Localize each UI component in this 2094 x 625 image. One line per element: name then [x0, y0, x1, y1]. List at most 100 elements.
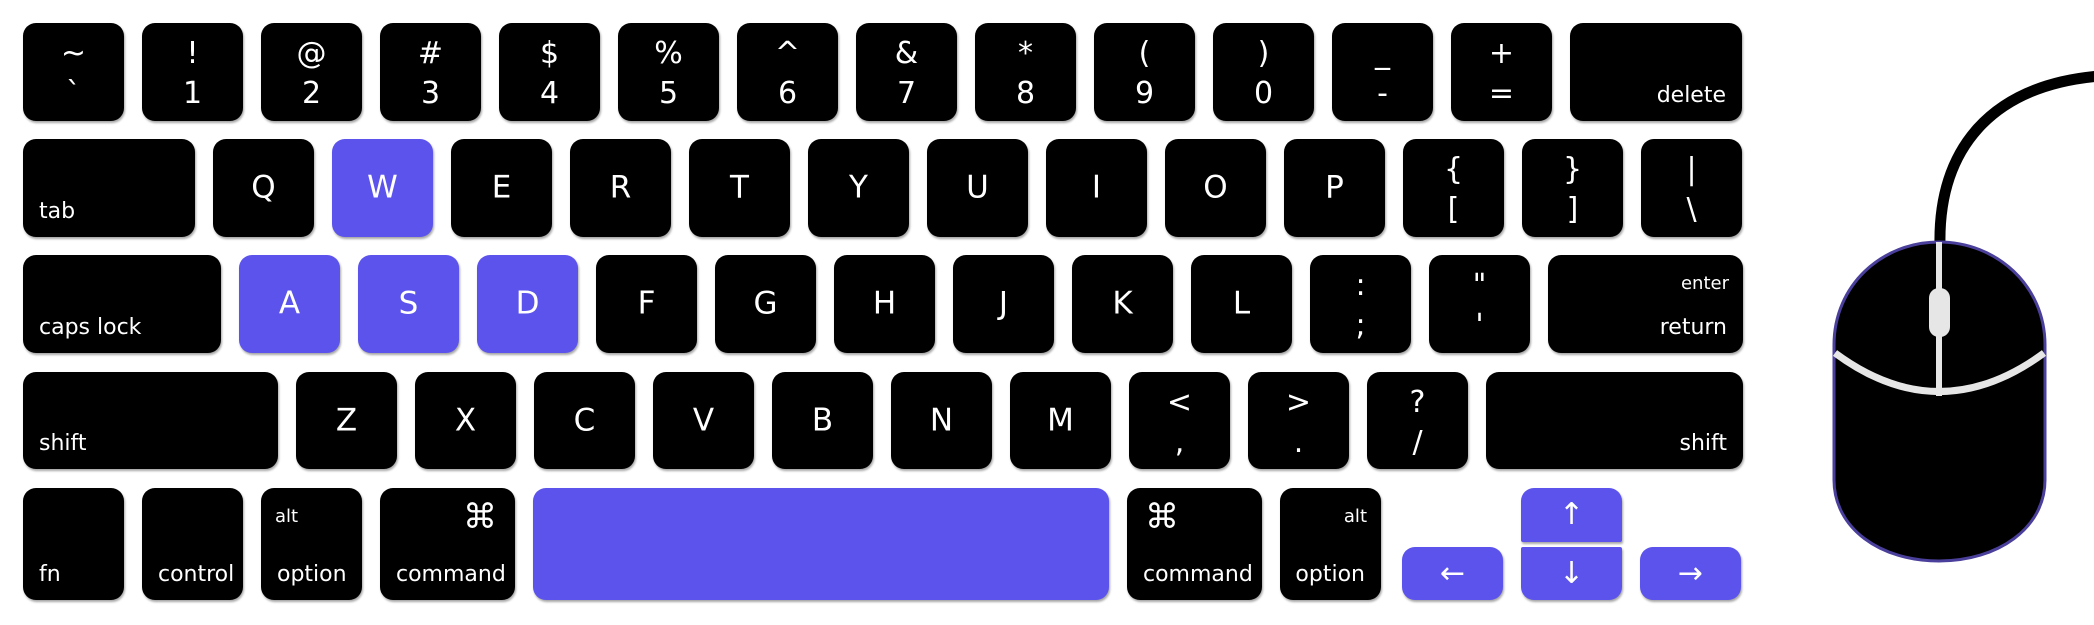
key-space[interactable] — [533, 488, 1109, 600]
key-1[interactable]: ! 1 — [142, 23, 243, 121]
key-o[interactable]: O — [1165, 139, 1266, 237]
key-legend-base: ; — [1355, 308, 1366, 343]
scroll-wheel-icon[interactable] — [1929, 288, 1950, 337]
key-lcommand[interactable]: command ⌘ — [380, 488, 515, 600]
key-v[interactable]: V — [653, 372, 754, 469]
key-a[interactable]: A — [239, 255, 340, 353]
key-q[interactable]: Q — [213, 139, 314, 237]
key-w[interactable]: W — [332, 139, 433, 237]
key-roption[interactable]: option alt — [1280, 488, 1381, 600]
key-0[interactable]: ) 0 — [1213, 23, 1314, 121]
key-5[interactable]: % 5 — [618, 23, 719, 121]
key-capslock[interactable]: caps lock — [23, 255, 221, 353]
key-up[interactable]: ↑ — [1521, 488, 1622, 542]
key-f[interactable]: F — [596, 255, 697, 353]
key-return[interactable]: return enter — [1548, 255, 1743, 353]
key-6[interactable]: ^ 6 — [737, 23, 838, 121]
key-legend-shift: ) — [1257, 36, 1270, 71]
key-x[interactable]: X — [415, 372, 516, 469]
key-e[interactable]: E — [451, 139, 552, 237]
key-legend-base: / — [1412, 425, 1423, 460]
key-n[interactable]: N — [891, 372, 992, 469]
key-label: caps lock — [39, 315, 142, 340]
key-legend-base: ] — [1566, 192, 1579, 227]
key-legend: E — [491, 169, 512, 206]
key-legend: F — [637, 285, 656, 322]
key-legend: K — [1112, 285, 1133, 322]
key-g[interactable]: G — [715, 255, 816, 353]
key-label: option — [1295, 562, 1365, 587]
key-s[interactable]: S — [358, 255, 459, 353]
key-k[interactable]: K — [1072, 255, 1173, 353]
key-legend-shift: : — [1355, 268, 1366, 303]
key-legend-shift: } — [1562, 152, 1583, 187]
arrow-up-icon: ↑ — [1558, 497, 1585, 532]
key-legend-shift: ( — [1138, 36, 1151, 71]
key-8[interactable]: * 8 — [975, 23, 1076, 121]
key-loption[interactable]: option alt — [261, 488, 362, 600]
key-h[interactable]: H — [834, 255, 935, 353]
key-7[interactable]: & 7 — [856, 23, 957, 121]
key-label: fn — [39, 562, 61, 587]
key-c[interactable]: C — [534, 372, 635, 469]
key-semicolon[interactable]: :; — [1310, 255, 1411, 353]
key-lshift[interactable]: shift — [23, 372, 278, 469]
key-minus[interactable]: _ - — [1332, 23, 1433, 121]
key-legend-shift: _ — [1375, 36, 1390, 71]
key-legend-base: 3 — [420, 76, 441, 111]
key-m[interactable]: M — [1010, 372, 1111, 469]
key-r[interactable]: R — [570, 139, 671, 237]
key-backtick[interactable]: ~ ` — [23, 23, 124, 121]
key-9[interactable]: (9 — [1094, 23, 1195, 121]
key-lcontrol[interactable]: control — [142, 488, 243, 600]
key-legend-base: 2 — [301, 76, 322, 111]
key-d[interactable]: D — [477, 255, 578, 353]
key-b[interactable]: B — [772, 372, 873, 469]
key-legend: N — [929, 402, 954, 438]
key-label: option — [277, 562, 347, 587]
key-equals[interactable]: + = — [1451, 23, 1552, 121]
key-tab[interactable]: tab — [23, 139, 195, 237]
key-period[interactable]: >. — [1248, 372, 1349, 469]
key-comma[interactable]: <, — [1129, 372, 1230, 469]
key-rbracket[interactable]: }] — [1522, 139, 1623, 237]
key-lbracket[interactable]: {[ — [1403, 139, 1504, 237]
key-legend: Q — [251, 169, 276, 206]
key-legend: I — [1091, 169, 1102, 206]
key-right[interactable]: → — [1640, 547, 1741, 600]
key-fn[interactable]: fn — [23, 488, 124, 600]
key-rcommand[interactable]: command ⌘ — [1127, 488, 1262, 600]
key-legend-shift: < — [1166, 385, 1193, 420]
key-legend-shift: " — [1472, 268, 1487, 303]
key-u[interactable]: U — [927, 139, 1028, 237]
key-legend-base: 0 — [1253, 76, 1274, 111]
key-legend: A — [278, 285, 301, 322]
key-legend: P — [1325, 169, 1344, 206]
key-t[interactable]: T — [689, 139, 790, 237]
key-slash[interactable]: ? / — [1367, 372, 1468, 469]
key-quote[interactable]: " ' — [1429, 255, 1530, 353]
key-z[interactable]: Z — [296, 372, 397, 469]
key-legend: Z — [335, 402, 358, 438]
key-3[interactable]: #3 — [380, 23, 481, 121]
key-legend: W — [367, 169, 398, 206]
key-label: command — [396, 562, 506, 587]
key-legend-shift: ? — [1409, 385, 1426, 420]
key-i[interactable]: I — [1046, 139, 1147, 237]
key-left[interactable]: ← — [1402, 547, 1503, 600]
key-rshift[interactable]: shift — [1486, 372, 1743, 469]
key-4[interactable]: $4 — [499, 23, 600, 121]
key-delete[interactable]: delete — [1570, 23, 1742, 121]
key-l[interactable]: L — [1191, 255, 1292, 353]
key-2[interactable]: @2 — [261, 23, 362, 121]
key-legend-shift: + — [1488, 36, 1515, 71]
key-p[interactable]: P — [1284, 139, 1385, 237]
key-legend-shift: ~ — [60, 36, 87, 71]
key-backslash[interactable]: | \ — [1641, 139, 1742, 237]
key-legend-shift: ! — [186, 36, 199, 71]
key-legend-base: = — [1488, 76, 1515, 111]
key-y[interactable]: Y — [808, 139, 909, 237]
key-j[interactable]: J — [953, 255, 1054, 353]
key-legend-base: ` — [66, 76, 81, 111]
key-down[interactable]: ↓ — [1521, 547, 1622, 600]
